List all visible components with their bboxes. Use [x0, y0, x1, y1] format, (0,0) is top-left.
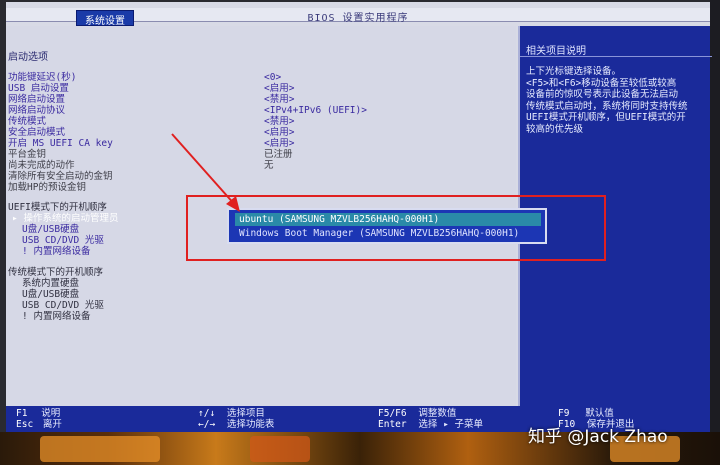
watermark: 知乎 @Jack Zhao [528, 427, 668, 447]
desk-decoration [250, 436, 310, 462]
desk-decoration [40, 436, 160, 462]
annotation-arrow-icon [171, 133, 240, 212]
